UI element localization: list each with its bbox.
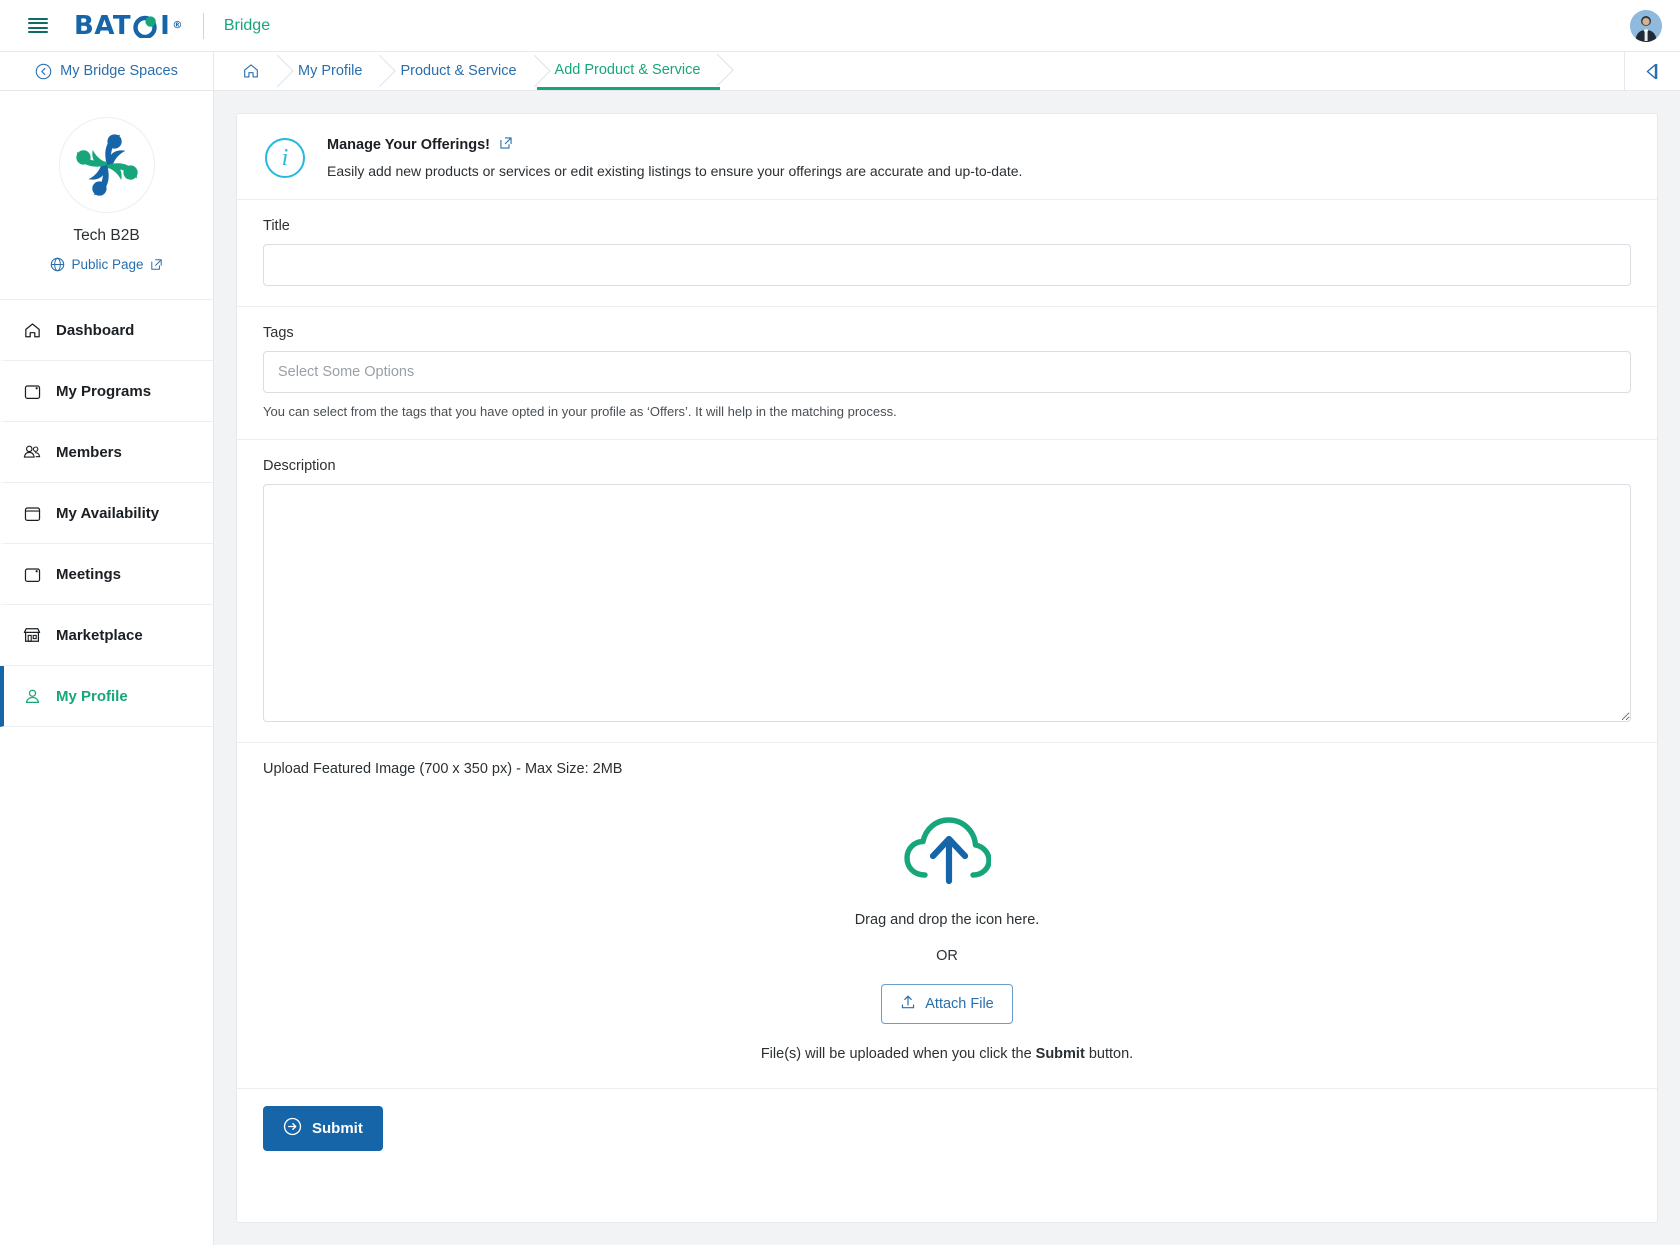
sidebar-item-my-profile[interactable]: My Profile	[0, 666, 213, 727]
globe-icon	[51, 257, 65, 272]
store-icon	[22, 625, 42, 645]
description-textarea[interactable]	[263, 484, 1631, 722]
breadcrumb-bar: My Bridge Spaces My Profile Product & Se…	[0, 52, 1680, 91]
breadcrumb-item-product-service[interactable]: Product & Service	[382, 52, 536, 90]
back-to-bridge-spaces[interactable]: My Bridge Spaces	[0, 52, 214, 90]
calendar-icon	[22, 504, 42, 523]
sidebar-item-label: Meetings	[56, 565, 122, 583]
arrow-right-circle-icon	[283, 1117, 302, 1140]
breadcrumb-label: Product & Service	[400, 63, 517, 79]
sidebar-item-members[interactable]: Members	[0, 422, 213, 483]
info-banner-description: Easily add new products or services or e…	[327, 163, 1023, 179]
home-icon	[244, 64, 258, 78]
collapse-left-icon	[1646, 63, 1658, 79]
title-field-row: Title	[237, 200, 1657, 307]
sidebar: Tech B2B Public Page Dashboard My Progra…	[0, 91, 214, 1245]
external-link-icon[interactable]	[499, 136, 513, 154]
upload-label: Upload Featured Image (700 x 350 px) - M…	[263, 761, 623, 777]
main-content: i Manage Your Offerings! Easily add new	[214, 91, 1680, 1245]
upload-note: File(s) will be uploaded when you click …	[263, 1046, 1631, 1062]
users-icon	[22, 442, 42, 462]
back-label: My Bridge Spaces	[60, 63, 178, 79]
people-pinwheel-icon	[75, 134, 138, 196]
tags-select-input[interactable]	[263, 351, 1631, 393]
breadcrumb-item-my-profile[interactable]: My Profile	[280, 52, 382, 90]
tags-field-row: Tags You can select from the tags that y…	[237, 307, 1657, 440]
attach-file-label: Attach File	[925, 996, 994, 1012]
upload-note-suffix: button.	[1084, 1046, 1134, 1062]
upload-note-prefix: File(s) will be uploaded when you click …	[760, 1046, 1036, 1062]
top-bar: BAT I ® Bridge	[0, 0, 1680, 52]
collapse-panel-button[interactable]	[1624, 52, 1680, 90]
title-label: Title	[263, 218, 290, 234]
logo-registered-mark: ®	[172, 19, 183, 31]
calendar-icon	[22, 565, 42, 584]
breadcrumb-home[interactable]	[224, 52, 280, 90]
sidebar-item-my-programs[interactable]: My Programs	[0, 361, 213, 422]
info-banner-title-row: Manage Your Offerings!	[327, 136, 1022, 154]
sidebar-item-dashboard[interactable]: Dashboard	[0, 300, 213, 361]
dropzone-drag-text: Drag and drop the icon here.	[854, 912, 1040, 928]
info-banner-title: Manage Your Offerings!	[327, 137, 491, 153]
batoi-logo[interactable]: BAT I ®	[74, 13, 183, 39]
public-page-link[interactable]: Public Page	[50, 257, 162, 272]
logo-o-icon	[133, 15, 157, 38]
sidebar-item-marketplace[interactable]: Marketplace	[0, 605, 213, 666]
sidebar-item-label: Dashboard	[56, 321, 135, 339]
add-product-service-form-card: i Manage Your Offerings! Easily add new	[236, 113, 1658, 1223]
tags-label: Tags	[263, 325, 294, 341]
brand-divider	[202, 12, 204, 39]
avatar[interactable]	[1630, 9, 1662, 42]
breadcrumb-label: Add Product & Service	[554, 61, 701, 78]
space-card: Tech B2B Public Page	[0, 91, 213, 300]
sidebar-item-label: Members	[56, 443, 122, 461]
space-name: Tech B2B	[73, 227, 140, 244]
public-page-label: Public Page	[71, 257, 144, 272]
form-actions: Submit	[237, 1089, 1657, 1171]
tags-help-text: You can select from the tags that you ha…	[263, 404, 897, 419]
logo-text: BAT	[74, 10, 132, 41]
info-circle-icon: i	[265, 138, 305, 178]
logo-text-tail: I	[160, 10, 171, 41]
external-link-icon	[150, 259, 162, 270]
sidebar-item-my-availability[interactable]: My Availability	[0, 483, 213, 544]
hamburger-icon[interactable]	[28, 17, 48, 34]
sidebar-item-label: My Availability	[56, 504, 160, 522]
dropzone-or-text: OR	[936, 948, 958, 964]
submit-label: Submit	[312, 1120, 363, 1137]
home-icon	[22, 321, 42, 340]
file-dropzone[interactable]: Drag and drop the icon here. OR Attach F…	[263, 813, 1631, 1062]
arrow-left-circle-icon	[35, 63, 52, 79]
cloud-upload-icon	[904, 817, 992, 885]
upload-icon	[900, 994, 916, 1014]
sidebar-nav: Dashboard My Programs Members My Availab…	[0, 300, 213, 727]
user-icon	[22, 687, 42, 706]
sidebar-item-meetings[interactable]: Meetings	[0, 544, 213, 605]
app-shell: Tech B2B Public Page Dashboard My Progra…	[0, 91, 1680, 1245]
info-banner: i Manage Your Offerings! Easily add new	[237, 114, 1657, 200]
title-input[interactable]	[263, 244, 1631, 286]
attach-file-button[interactable]: Attach File	[881, 984, 1013, 1024]
breadcrumb-item-add-product-service[interactable]: Add Product & Service	[536, 52, 721, 90]
upload-note-bold: Submit	[1035, 1046, 1085, 1062]
sidebar-item-label: My Programs	[56, 382, 152, 400]
description-label: Description	[263, 458, 336, 474]
sidebar-item-label: My Profile	[56, 687, 128, 705]
description-field-row: Description	[237, 440, 1657, 743]
sidebar-item-label: Marketplace	[56, 626, 143, 644]
space-logo	[58, 117, 155, 213]
breadcrumb-label: My Profile	[298, 63, 363, 79]
product-name: Bridge	[223, 16, 271, 34]
submit-button[interactable]: Submit	[263, 1106, 383, 1151]
upload-section: Upload Featured Image (700 x 350 px) - M…	[237, 743, 1657, 1089]
breadcrumb: My Profile Product & Service Add Product…	[214, 52, 1624, 90]
calendar-icon	[22, 382, 42, 401]
